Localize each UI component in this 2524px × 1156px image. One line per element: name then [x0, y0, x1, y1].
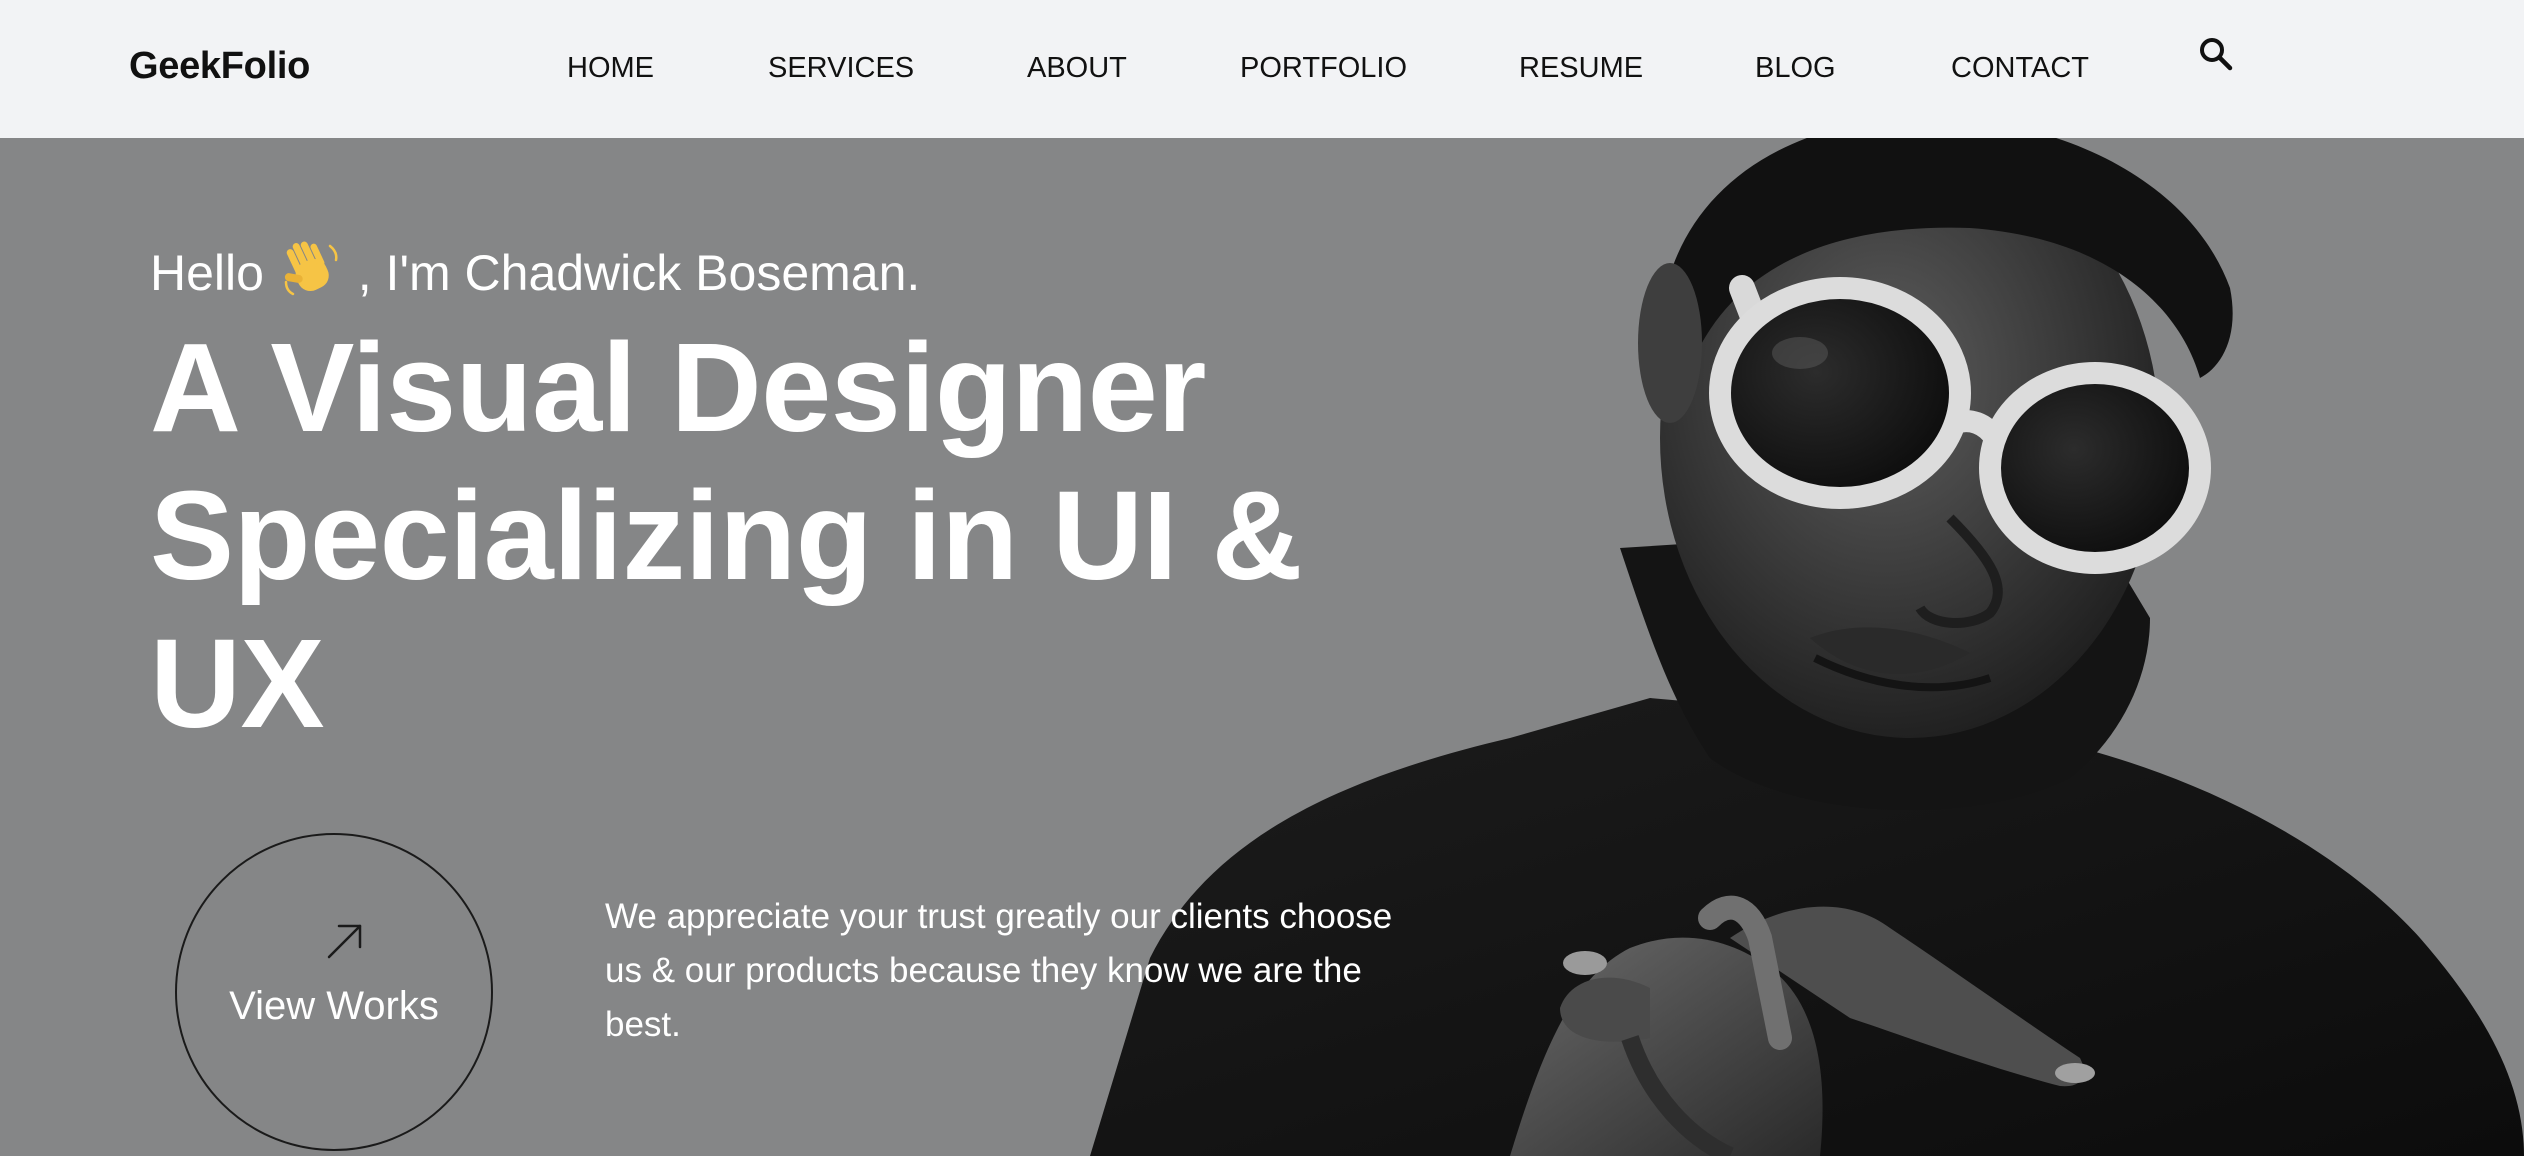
search-icon: [2200, 38, 2233, 71]
greeting-prefix: Hello: [150, 245, 264, 301]
site-header: GeekFolio HOME SERVICES ABOUT PORTFOLIO …: [0, 0, 2524, 138]
nav-link-about[interactable]: ABOUT: [1027, 51, 1127, 85]
hero-section: Hello , I'm Chadwick Boseman. A Visual D…: [0, 138, 2524, 1156]
nav-link-portfolio[interactable]: PORTFOLIO: [1240, 51, 1407, 85]
nav-link-blog[interactable]: BLOG: [1755, 51, 1836, 85]
hero-greeting: Hello , I'm Chadwick Boseman.: [150, 238, 920, 303]
greeting-suffix: , I'm Chadwick Boseman.: [357, 245, 921, 301]
search-button[interactable]: [2198, 36, 2234, 72]
nav-link-home[interactable]: HOME: [567, 51, 654, 85]
arrow-up-right-icon: [327, 924, 362, 959]
view-works-label: View Works: [229, 984, 439, 1028]
waving-hand-icon: [284, 241, 338, 296]
nav-link-contact[interactable]: CONTACT: [1951, 51, 2089, 85]
nav-link-resume[interactable]: RESUME: [1519, 51, 1643, 85]
hero-headline: A Visual Designer Specializing in UI & U…: [150, 317, 1303, 754]
nav-link-services[interactable]: SERVICES: [768, 51, 914, 85]
view-works-button[interactable]: View Works: [175, 833, 493, 1151]
hero-tagline: We appreciate your trust greatly our cli…: [605, 897, 1393, 1044]
site-logo[interactable]: GeekFolio: [129, 44, 310, 88]
